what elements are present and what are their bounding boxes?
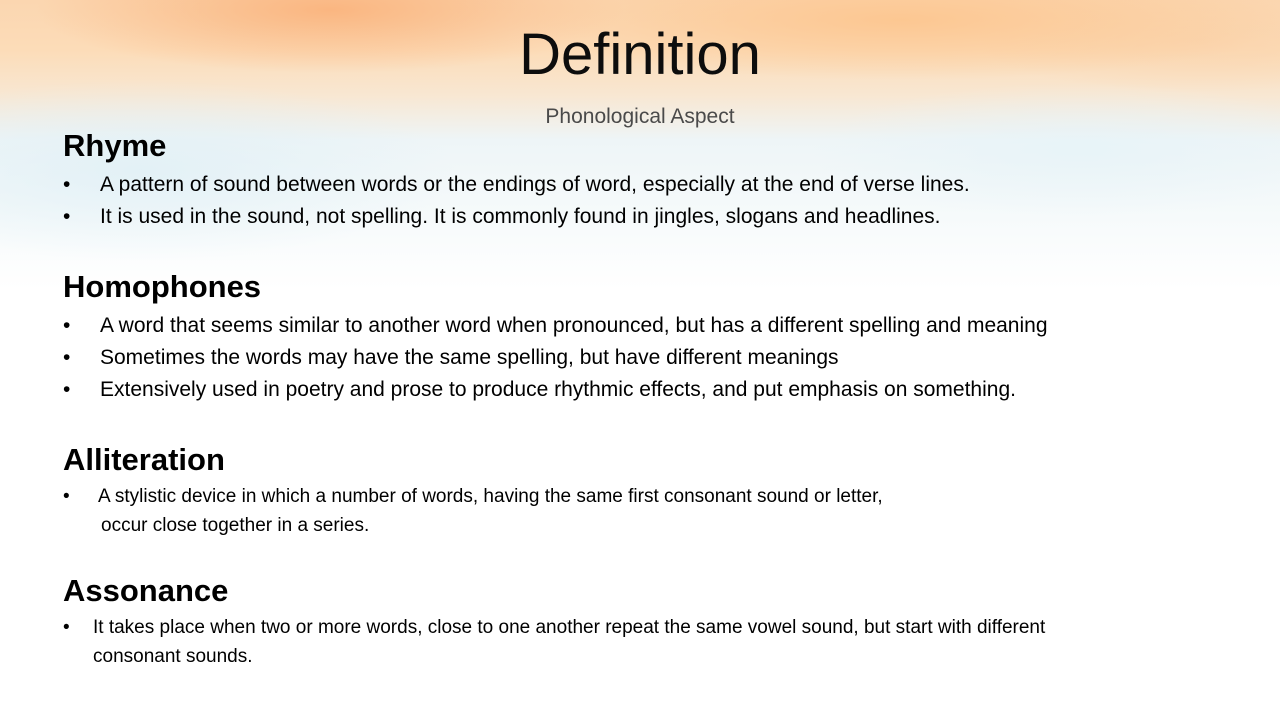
section-heading-assonance: Assonance <box>63 573 229 608</box>
bullet-icon: • <box>63 173 71 196</box>
bullet-icon: • <box>63 346 71 369</box>
slide-title: Definition <box>519 22 761 87</box>
bullet-text-line-1: It takes place when two or more words, c… <box>93 617 1046 638</box>
bullet-text-line-2: occur close together in a series. <box>101 515 370 536</box>
slide: Definition Phonological Aspect Rhyme • A… <box>0 0 1280 720</box>
bullet-icon: • <box>63 486 70 507</box>
bullet-text: Sometimes the words may have the same sp… <box>100 346 839 369</box>
slide-subtitle: Phonological Aspect <box>545 105 735 128</box>
section-heading-rhyme: Rhyme <box>63 128 167 163</box>
bullet-text-line-1: A stylistic device in which a number of … <box>98 486 883 507</box>
section-heading-homophones: Homophones <box>63 269 262 304</box>
bullet-text: A pattern of sound between words or the … <box>100 173 970 196</box>
bullet-text: Extensively used in poetry and prose to … <box>100 378 1016 401</box>
section-heading-alliteration: Alliteration <box>63 442 225 477</box>
bullet-icon: • <box>63 378 71 401</box>
bullet-text: It is used in the sound, not spelling. I… <box>100 205 941 228</box>
bullet-icon: • <box>63 314 71 337</box>
bullet-text-line-2: consonant sounds. <box>93 646 253 667</box>
bullet-icon: • <box>63 617 70 638</box>
bullet-icon: • <box>63 205 71 228</box>
bullet-text: A word that seems similar to another wor… <box>100 314 1048 337</box>
